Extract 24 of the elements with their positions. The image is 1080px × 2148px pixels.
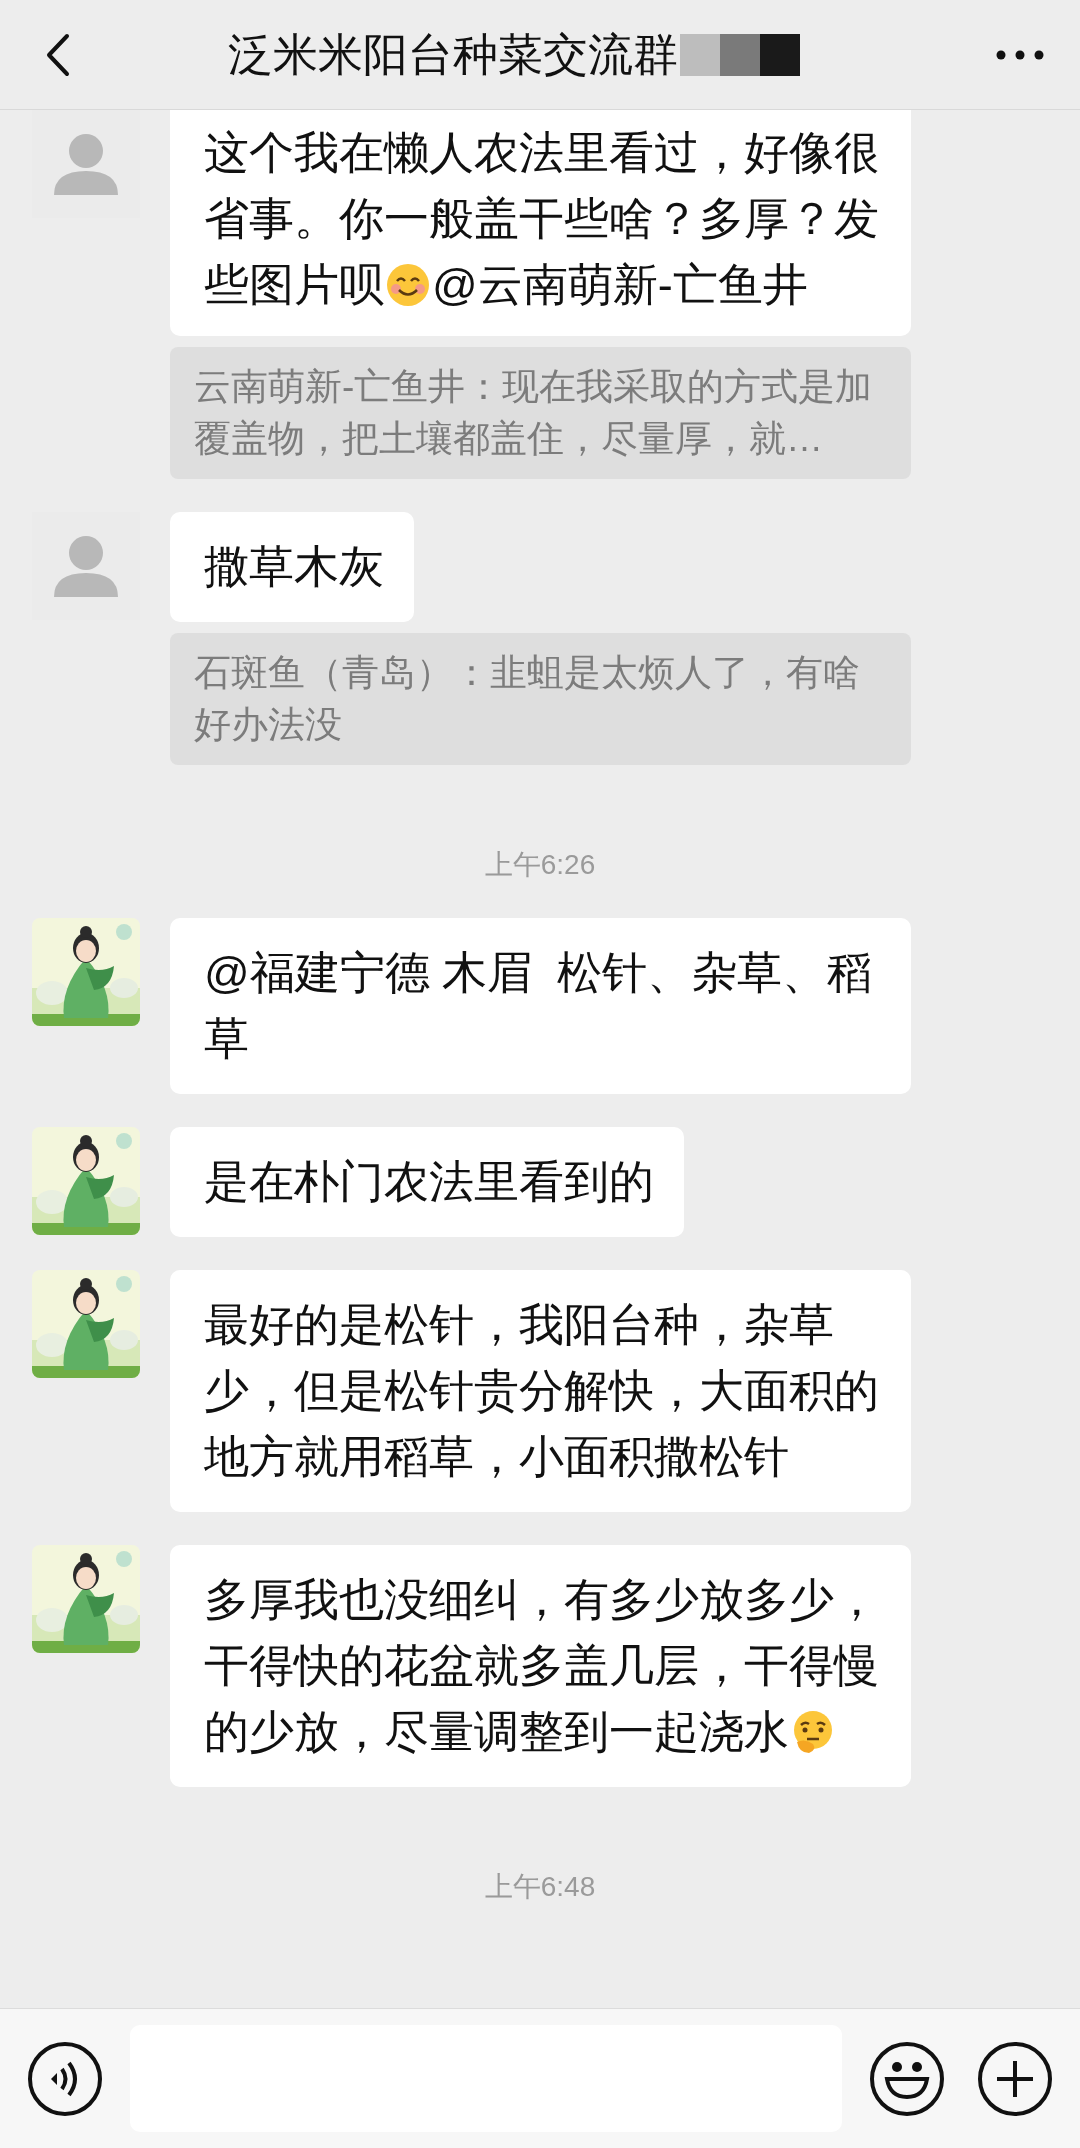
- more-icon: [996, 49, 1044, 60]
- person-icon: [54, 133, 118, 195]
- message-text: 些图片呗: [204, 258, 384, 312]
- message-text: 多厚我也没细纠，有多少放多少，干得快的花盆就多盖几层，干得慢: [204, 1573, 880, 1693]
- voice-button[interactable]: [28, 2041, 102, 2116]
- message-text: 最好的是松针，我阳台种，杂草少，但是松针贵分解快，大面积的地方就用稻草，小面积撒松针: [204, 1298, 880, 1484]
- message-text: @福建宁德 木眉 松针、杂草、稻草: [204, 946, 874, 1066]
- timestamp: 上午6:48: [484, 1870, 596, 1904]
- smile-emoji-icon: [386, 263, 430, 307]
- message-text: @云南萌新-亡鱼井: [432, 258, 808, 312]
- quoted-message[interactable]: 云南萌新-亡鱼井：现在我采取的方式是加覆盖物，把土壤都盖住，尽量厚，就…: [170, 347, 911, 479]
- message-text: 的少放，尽量调整到一起浇水: [204, 1705, 789, 1759]
- back-icon: [46, 32, 70, 77]
- timestamp: 上午6:26: [484, 848, 596, 882]
- plus-button[interactable]: [978, 2041, 1052, 2116]
- chat-title: 泛米米阳台种菜交流群: [228, 27, 678, 82]
- message-text: 是在朴门农法里看到的: [204, 1155, 654, 1209]
- person-icon: [54, 535, 118, 597]
- message-text: 撒草木灰: [204, 540, 384, 594]
- thinking-emoji-icon: [791, 1710, 835, 1754]
- message-text: 这个我在懒人农法里看过，好像很省事。你一般盖干些啥？多厚？发: [204, 126, 880, 246]
- emoji-button[interactable]: [870, 2041, 944, 2116]
- plus-icon: [995, 2058, 1035, 2099]
- quoted-message[interactable]: 石斑鱼（青岛）：韭蛆是太烦人了，有啥好办法没: [170, 633, 911, 765]
